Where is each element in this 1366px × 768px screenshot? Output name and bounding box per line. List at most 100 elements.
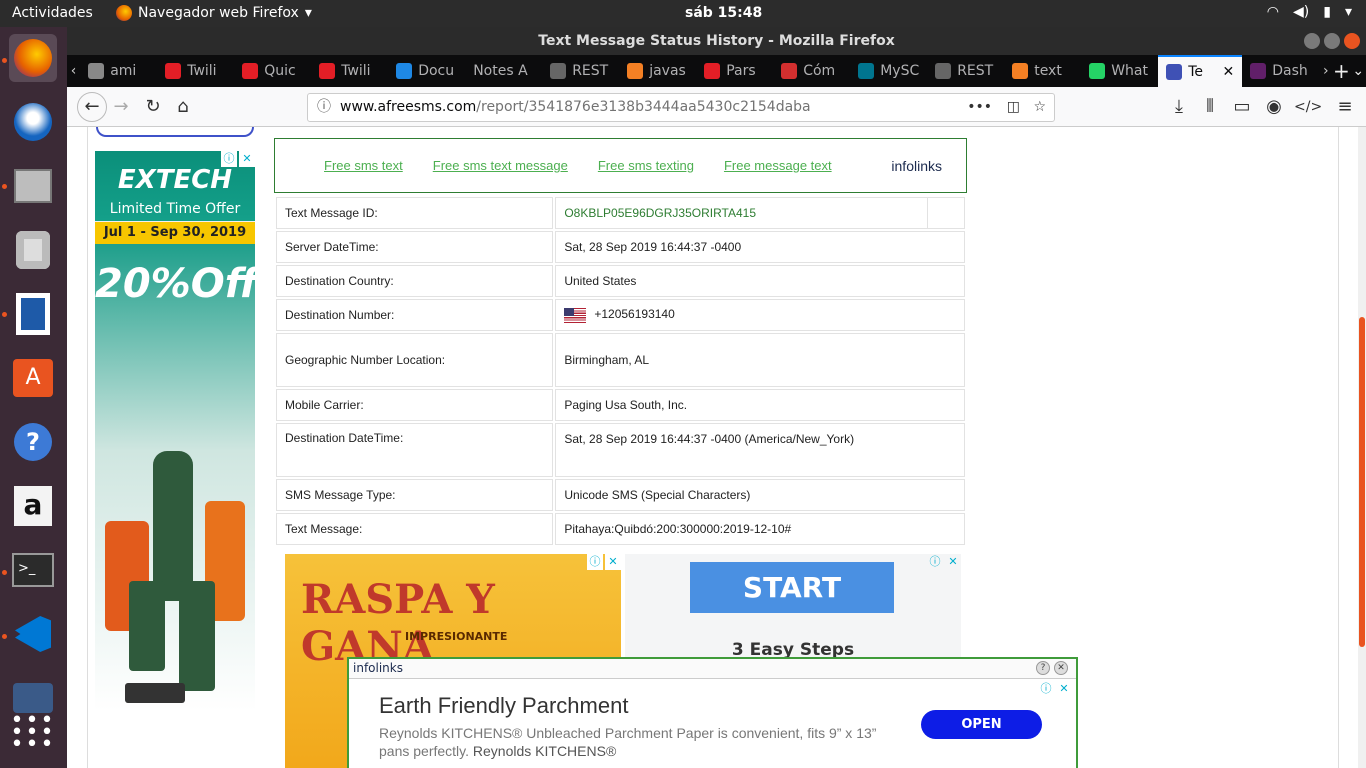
clock[interactable]: sáb 15:48 bbox=[685, 5, 762, 21]
tab-label: Cóm bbox=[803, 63, 836, 79]
adchoices-icon[interactable]: ⓘ bbox=[1038, 681, 1054, 697]
browser-tab[interactable]: Quic bbox=[234, 55, 311, 87]
system-tray[interactable]: ◠ ◀) ▮ ▾ bbox=[1267, 4, 1352, 20]
table-row: Text Message ID: O8KBLP05E96DGRJ35ORIRTA… bbox=[276, 197, 965, 229]
libreoffice-writer-launcher-icon[interactable] bbox=[9, 290, 57, 338]
adchoices-icon[interactable]: ⓘ bbox=[927, 554, 943, 570]
show-applications-icon[interactable]: ••• ••• ••• bbox=[9, 709, 57, 757]
running-indicator bbox=[2, 312, 7, 317]
bookmark-star-icon[interactable]: ☆ bbox=[1033, 94, 1046, 121]
app-menu[interactable]: Navegador web Firefox ▾ bbox=[116, 5, 312, 21]
firefox-launcher-icon[interactable] bbox=[9, 34, 57, 82]
help-launcher-icon[interactable]: ? bbox=[9, 418, 57, 466]
downloads-icon[interactable]: ⤓ bbox=[1167, 95, 1191, 119]
ad-close-icon[interactable]: ✕ bbox=[239, 151, 255, 167]
ad-close-icon[interactable]: ✕ bbox=[945, 554, 961, 570]
browser-tab[interactable]: Dash bbox=[1242, 55, 1319, 87]
twilio-icon bbox=[319, 63, 336, 79]
close-icon[interactable]: ✕ bbox=[1054, 661, 1068, 675]
hamburger-menu-icon[interactable]: ≡ bbox=[1333, 95, 1357, 119]
reload-button[interactable]: ↻ bbox=[141, 95, 165, 119]
whatsapp-icon bbox=[1089, 63, 1106, 79]
vscode-launcher-icon[interactable] bbox=[9, 610, 57, 658]
row-label: Mobile Carrier: bbox=[276, 389, 554, 421]
sponsored-link[interactable]: Free sms text bbox=[324, 158, 403, 173]
site-info-icon[interactable]: ⓘ bbox=[317, 94, 331, 121]
terminal-launcher-icon[interactable]: >_ bbox=[9, 546, 57, 594]
adchoices-icon[interactable]: ⓘ bbox=[587, 554, 603, 570]
table-row: SMS Message Type: Unicode SMS (Special C… bbox=[276, 479, 965, 511]
browser-tab[interactable]: Pars bbox=[696, 55, 773, 87]
browser-tab[interactable]: text bbox=[1004, 55, 1081, 87]
browser-tab[interactable]: Twili bbox=[157, 55, 234, 87]
page-scrollbar[interactable] bbox=[1358, 127, 1366, 768]
vscode-icon bbox=[396, 63, 413, 79]
activities-button[interactable]: Actividades bbox=[12, 5, 93, 21]
popup-title: Earth Friendly Parchment bbox=[379, 693, 629, 718]
sponsored-link[interactable]: Free sms texting bbox=[598, 158, 694, 173]
row-label: Destination Number: bbox=[276, 299, 554, 331]
running-indicator bbox=[2, 184, 7, 189]
close-tab-icon[interactable]: ✕ bbox=[1222, 64, 1234, 80]
sponsored-link[interactable]: Free sms text message bbox=[433, 158, 568, 173]
sidebar-icon[interactable]: ▭ bbox=[1230, 95, 1254, 119]
browser-tab[interactable]: Te ✕ bbox=[1158, 55, 1243, 87]
code-icon bbox=[550, 63, 567, 79]
amazon-launcher-icon[interactable]: a bbox=[9, 482, 57, 530]
url-bar[interactable]: ⓘ www.afreesms.com/report/3541876e3138b3… bbox=[307, 93, 1055, 122]
tab-label: Notes A bbox=[473, 63, 528, 79]
files-launcher-icon[interactable] bbox=[9, 162, 57, 210]
home-button[interactable]: ⌂ bbox=[171, 95, 195, 119]
help-icon[interactable]: ? bbox=[1036, 661, 1050, 675]
browser-tab[interactable]: ami bbox=[80, 55, 157, 87]
infolinks-logo[interactable]: infolinks bbox=[891, 158, 942, 174]
browser-tab[interactable]: Docu bbox=[388, 55, 465, 87]
ad-close-icon[interactable]: ✕ bbox=[1056, 681, 1072, 697]
software-center-launcher-icon[interactable]: A bbox=[9, 354, 57, 402]
launcher-dock: A ? a >_ ••• ••• ••• bbox=[0, 27, 67, 768]
all-tabs-menu-icon[interactable]: ⌄ bbox=[1350, 63, 1366, 79]
back-button[interactable]: ← bbox=[77, 92, 107, 122]
system-top-bar: Actividades Navegador web Firefox ▾ sáb … bbox=[0, 0, 1366, 27]
account-icon[interactable]: ◉ bbox=[1262, 95, 1286, 119]
tabs-scroll-left-icon[interactable]: ‹ bbox=[67, 63, 80, 79]
developer-tools-icon[interactable]: </> bbox=[1294, 95, 1322, 119]
chevron-down-icon: ▾ bbox=[304, 5, 312, 21]
browser-tab[interactable]: MySC bbox=[850, 55, 927, 87]
browser-tab[interactable]: javas bbox=[619, 55, 696, 87]
browser-tab[interactable]: Twili bbox=[311, 55, 388, 87]
battery-icon: ▮ bbox=[1323, 4, 1331, 20]
browser-tab[interactable]: Notes A bbox=[465, 55, 542, 87]
maximize-button[interactable] bbox=[1324, 33, 1340, 49]
close-window-button[interactable] bbox=[1344, 33, 1360, 49]
rhythmbox-launcher-icon[interactable] bbox=[9, 226, 57, 274]
top-ad-button-edge[interactable] bbox=[96, 127, 254, 137]
browser-tab[interactable]: Cóm bbox=[773, 55, 850, 87]
pocket-icon[interactable]: ◫ bbox=[1007, 94, 1020, 121]
open-button[interactable]: OPEN bbox=[921, 710, 1042, 739]
forward-button[interactable]: → bbox=[109, 95, 133, 119]
browser-tab[interactable]: What bbox=[1081, 55, 1158, 87]
thunderbird-launcher-icon[interactable] bbox=[9, 98, 57, 146]
page-actions-icon[interactable]: ••• bbox=[967, 94, 992, 121]
extech-ad[interactable]: EXTECH Limited Time Offer Jul 1 - Sep 30… bbox=[95, 151, 255, 711]
browser-tab[interactable]: REST bbox=[927, 55, 1004, 87]
table-row: Destination Country: United States bbox=[276, 265, 965, 297]
scrollbar-thumb[interactable] bbox=[1359, 317, 1365, 647]
infolinks-popup-ad[interactable]: infolinks ? ✕ ⓘ ✕ Earth Friendly Parchme… bbox=[347, 657, 1078, 768]
ad-dates: Jul 1 - Sep 30, 2019 bbox=[95, 222, 255, 244]
minimize-button[interactable] bbox=[1304, 33, 1320, 49]
popup-brand: Reynolds KITCHENS® bbox=[472, 743, 617, 759]
ad-close-icon[interactable]: ✕ bbox=[605, 554, 621, 570]
adchoices-icon[interactable]: ⓘ bbox=[221, 151, 237, 167]
start-button[interactable]: START bbox=[690, 562, 894, 613]
tabs-scroll-right-icon[interactable]: › bbox=[1319, 63, 1332, 79]
new-tab-button[interactable]: + bbox=[1332, 59, 1350, 83]
browser-tab[interactable]: REST bbox=[542, 55, 619, 87]
library-icon[interactable]: ⫴ bbox=[1198, 95, 1222, 119]
chevron-down-icon: ▾ bbox=[1344, 4, 1352, 20]
row-value: +12056193140 bbox=[594, 307, 675, 322]
us-flag-icon bbox=[564, 307, 587, 323]
sponsored-link[interactable]: Free message text bbox=[724, 158, 832, 173]
row-value: Paging Usa South, Inc. bbox=[555, 389, 965, 421]
